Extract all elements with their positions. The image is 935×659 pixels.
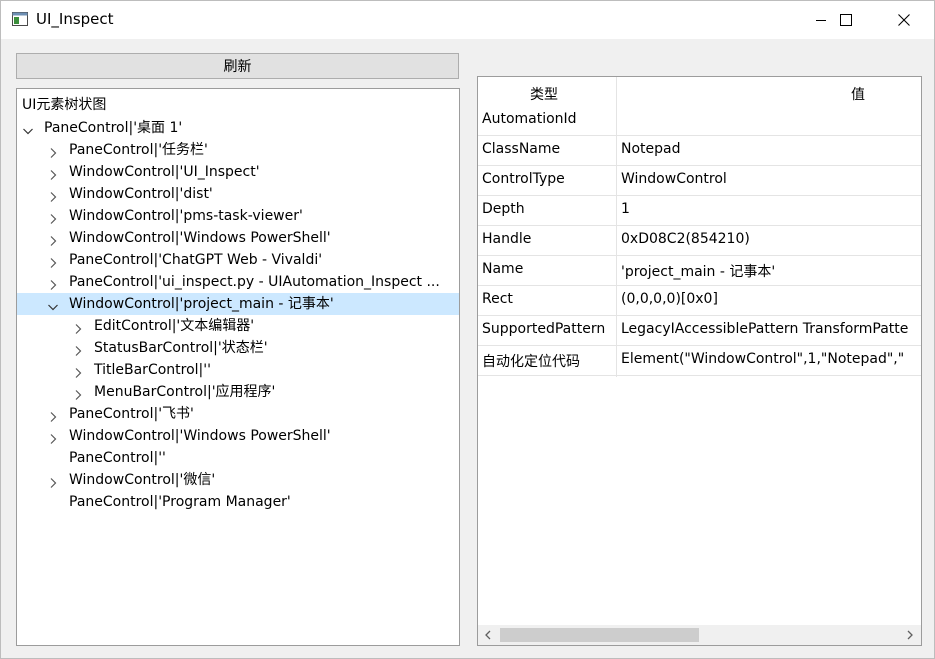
chevron-right-icon[interactable] [47, 166, 59, 180]
tree-item[interactable]: WindowControl|'project_main - 记事本' [17, 293, 459, 315]
tree-item-label: PaneControl|'ui_inspect.py - UIAutomatio… [69, 274, 440, 290]
property-value[interactable]: 1 [621, 201, 630, 217]
chevron-right-icon[interactable] [47, 210, 59, 224]
tree-item-label: WindowControl|'project_main - 记事本' [69, 296, 334, 312]
ui-element-tree[interactable]: UI元素树状图 PaneControl|'桌面 1' PaneControl|'任… [16, 88, 460, 646]
property-key: Depth [482, 201, 525, 217]
maximize-button[interactable] [823, 1, 869, 39]
tree-item[interactable]: WindowControl|'dist' [17, 183, 459, 205]
chevron-right-icon[interactable] [47, 254, 59, 268]
property-value[interactable]: Notepad [621, 141, 681, 157]
chevron-right-icon[interactable] [47, 430, 59, 444]
tree-item[interactable]: StatusBarControl|'状态栏' [17, 337, 459, 359]
tree-item-label: PaneControl|'飞书' [69, 406, 194, 422]
tree-item[interactable]: PaneControl|'桌面 1' [17, 117, 459, 139]
maximize-icon [840, 14, 852, 26]
scrollbar-thumb[interactable] [500, 628, 699, 642]
property-row[interactable]: 自动化定位代码 Element("WindowControl",1,"Notepa… [478, 346, 921, 376]
tree-item-label: PaneControl|'桌面 1' [44, 120, 183, 136]
tree-item-label: WindowControl|'Windows PowerShell' [69, 428, 331, 444]
property-row[interactable]: ClassName Notepad [478, 136, 921, 166]
tree-item-label: WindowControl|'UI_Inspect' [69, 164, 260, 180]
chevron-right-icon[interactable] [47, 276, 59, 290]
tree-header: UI元素树状图 [22, 97, 107, 113]
column-header-type[interactable]: 类型 [530, 84, 558, 104]
tree-item[interactable]: EditControl|'文本编辑器' [17, 315, 459, 337]
property-row[interactable]: Handle 0xD08C2(854210) [478, 226, 921, 256]
tree-item[interactable]: PaneControl|'Program Manager' [17, 491, 459, 513]
tree-item[interactable]: WindowControl|'微信' [17, 469, 459, 491]
property-value[interactable]: 0xD08C2(854210) [621, 231, 750, 247]
refresh-button[interactable]: 刷新 [16, 53, 459, 79]
tree-item[interactable]: PaneControl|'ChatGPT Web - Vivaldi' [17, 249, 459, 271]
property-key: ControlType [482, 171, 565, 187]
tree-item-label: EditControl|'文本编辑器' [94, 318, 255, 334]
property-row[interactable]: ControlType WindowControl [478, 166, 921, 196]
tree-item-label: PaneControl|'Program Manager' [69, 494, 291, 510]
column-header-value[interactable]: 值 [851, 84, 865, 104]
tree-item-label: WindowControl|'Windows PowerShell' [69, 230, 331, 246]
chevron-right-icon[interactable] [47, 474, 59, 488]
app-window-icon [12, 12, 28, 26]
chevron-right-icon[interactable] [72, 364, 84, 378]
tree-item-label: PaneControl|'任务栏' [69, 142, 208, 158]
horizontal-scrollbar[interactable] [478, 625, 921, 645]
property-row[interactable]: Name 'project_main - 记事本' [478, 256, 921, 286]
property-value[interactable]: WindowControl [621, 171, 727, 187]
window-title: UI_Inspect [36, 10, 114, 28]
property-key: ClassName [482, 141, 561, 157]
tree-item[interactable]: PaneControl|'任务栏' [17, 139, 459, 161]
property-row[interactable]: Depth 1 [478, 196, 921, 226]
tree-item[interactable]: PaneControl|'' [17, 447, 459, 469]
tree-item[interactable]: WindowControl|'pms-task-viewer' [17, 205, 459, 227]
tree-item-label: WindowControl|'dist' [69, 186, 213, 202]
chevron-right-icon[interactable] [47, 188, 59, 202]
chevron-right-icon[interactable] [72, 320, 84, 334]
property-key: 自动化定位代码 [482, 354, 580, 370]
property-row[interactable]: SupportedPattern LegacyIAccessiblePattern… [478, 316, 921, 346]
chevron-right-icon[interactable] [47, 408, 59, 422]
property-key: Rect [482, 291, 513, 307]
property-row[interactable]: Rect (0,0,0,0)[0x0] [478, 286, 921, 316]
tree-item[interactable]: PaneControl|'飞书' [17, 403, 459, 425]
tree-item-label: PaneControl|'ChatGPT Web - Vivaldi' [69, 252, 323, 268]
close-button[interactable] [881, 1, 927, 39]
tree-item[interactable]: PaneControl|'ui_inspect.py - UIAutomatio… [17, 271, 459, 293]
property-value[interactable]: Element("WindowControl",1,"Notepad"," [621, 351, 904, 367]
property-row[interactable]: AutomationId [478, 106, 921, 136]
property-key: AutomationId [482, 111, 577, 127]
tree-item-label: TitleBarControl|'' [94, 362, 211, 378]
tree-item-label: PaneControl|'' [69, 450, 166, 466]
chevron-down-icon[interactable] [47, 298, 59, 311]
tree-item[interactable]: WindowControl|'UI_Inspect' [17, 161, 459, 183]
property-key: Name [482, 261, 524, 277]
tree-item-label: WindowControl|'微信' [69, 472, 216, 488]
tree-item[interactable]: WindowControl|'Windows PowerShell' [17, 227, 459, 249]
chevron-right-icon[interactable] [47, 232, 59, 246]
chevron-right-icon[interactable] [47, 144, 59, 158]
chevron-right-icon[interactable] [72, 386, 84, 400]
tree-item-label: WindowControl|'pms-task-viewer' [69, 208, 303, 224]
tree-item[interactable]: WindowControl|'Windows PowerShell' [17, 425, 459, 447]
title-bar[interactable]: UI_Inspect [1, 1, 934, 39]
tree-item-label: MenuBarControl|'应用程序' [94, 384, 276, 400]
app-window: UI_Inspect 刷新 UI元素树状图 PaneControl|'桌面 1'… [0, 0, 935, 659]
property-value[interactable]: LegacyIAccessiblePattern TransformPatte [621, 321, 908, 337]
scroll-right-icon[interactable] [904, 629, 916, 641]
chevron-right-icon[interactable] [72, 342, 84, 356]
tree-item[interactable]: TitleBarControl|'' [17, 359, 459, 381]
tree-item[interactable]: MenuBarControl|'应用程序' [17, 381, 459, 403]
property-value[interactable]: (0,0,0,0)[0x0] [621, 291, 718, 307]
property-table[interactable]: 类型 值 AutomationId ClassName Notepad Control… [477, 76, 922, 646]
property-value[interactable]: 'project_main - 记事本' [621, 261, 775, 281]
scroll-left-icon[interactable] [482, 629, 494, 641]
property-key: Handle [482, 231, 532, 247]
close-icon [898, 14, 910, 26]
property-key: SupportedPattern [482, 321, 606, 337]
chevron-down-icon[interactable] [22, 122, 34, 135]
tree-item-label: StatusBarControl|'状态栏' [94, 340, 268, 356]
